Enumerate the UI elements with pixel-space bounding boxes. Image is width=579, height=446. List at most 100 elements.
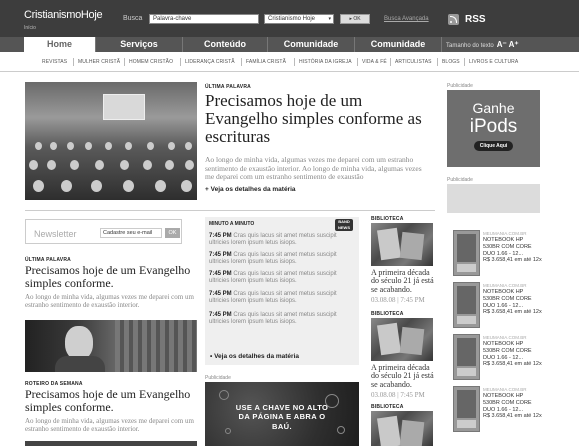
tab-comunidade-2[interactable]: Comunidade (355, 37, 442, 52)
product-image (453, 230, 480, 276)
minuto-more-link[interactable]: • Veja os detalhes da matéria (210, 353, 299, 360)
divider (437, 58, 438, 66)
divider (180, 58, 181, 66)
category-homem-cristao[interactable]: HOMEM CRISTÃO (129, 59, 173, 65)
minute-by-minute-box: MINUTO A MINUTO BAND NEWS 7:45 PM Cras q… (205, 217, 359, 365)
ipods-ad[interactable]: Ganhe iPods Clique Aqui (447, 90, 540, 167)
ad-label: Publicidade (447, 83, 473, 89)
library-image[interactable] (371, 318, 433, 361)
rss-link[interactable]: RSS (448, 14, 486, 25)
product-store: MEUMANIA.COM.BR (483, 231, 527, 236)
news-item[interactable]: 7:45 PM Cras quis lacus sit amet metus s… (209, 312, 357, 326)
category-vida-fe[interactable]: VIDA & FÉ (362, 59, 387, 65)
person-face (65, 326, 93, 360)
news-item[interactable]: 7:45 PM Cras quis lacus sit amet metus s… (209, 271, 357, 285)
newsletter-label: Newsletter (34, 229, 77, 239)
product-image (453, 334, 480, 380)
rss-label: RSS (465, 14, 486, 26)
hero-summary: Ao longo de minha vida, algumas vezes me… (205, 155, 422, 182)
product-name[interactable]: NOTEBOOK HP 530BR COM CORE DUO 1.66 - 12… (483, 341, 540, 362)
product-item[interactable]: MEUMANIA.COM.BR NOTEBOOK HP 530BR COM CO… (447, 334, 542, 382)
divider (294, 58, 295, 66)
category-articulistas[interactable]: ARTICULISTAS (395, 59, 432, 65)
tab-comunidade[interactable]: Comunidade (268, 37, 355, 52)
library-title[interactable]: A primeira década do século 21 já está s… (371, 268, 435, 294)
hero-image[interactable] (25, 82, 197, 200)
product-item[interactable]: MEUMANIA.COM.BR NOTEBOOK HP 530BR COM CO… (447, 282, 542, 330)
category-blogs[interactable]: BLOGS (442, 59, 460, 65)
bubble-decoration (337, 426, 345, 434)
search-label: Busca (123, 15, 143, 22)
search-button[interactable]: ▸ OK (340, 14, 370, 24)
ad-ipods-line2: iPods (469, 116, 518, 137)
product-name[interactable]: NOTEBOOK HP 530BR COM CORE DUO 1.66 - 12… (483, 393, 540, 414)
newsletter-email-input[interactable]: Cadastre seu e-mail (100, 228, 162, 238)
library-title[interactable]: A primeira década do século 21 já está s… (371, 363, 435, 389)
ad-label: Publicidade (205, 375, 231, 381)
article-image[interactable] (25, 320, 197, 372)
search-input[interactable]: Palavra-chave (149, 14, 259, 24)
category-historia-igreja[interactable]: HISTÓRIA DA IGREJA (299, 59, 352, 65)
category-livros-cultura[interactable]: LIVROS E CULTURA (469, 59, 518, 65)
hero-headline[interactable]: Precisamos hoje de um Evangelho simples … (205, 92, 425, 146)
product-image (453, 282, 480, 328)
news-time: 7:45 PM (209, 252, 232, 258)
product-name[interactable]: NOTEBOOK HP 530BR COM CORE DUO 1.66 - 12… (483, 289, 540, 310)
search-scope-value: Cristianismo Hoje (268, 16, 316, 22)
divider (241, 58, 242, 66)
news-time: 7:45 PM (209, 312, 232, 318)
product-price: R$ 3.658,41 em até 12x (483, 257, 542, 263)
article-summary: Ao longo de minha vida, algumas vezes me… (25, 293, 194, 310)
newsletter-ok-button[interactable]: OK (165, 228, 180, 238)
article-image[interactable] (25, 441, 197, 446)
site-logo[interactable]: CristianismoHoje (24, 9, 103, 21)
library-tag: BIBLIOTECA (371, 216, 404, 222)
advanced-search-link[interactable]: Busca Avançada (384, 16, 429, 22)
product-store: MEUMANIA.COM.BR (483, 335, 527, 340)
divider (124, 58, 125, 66)
product-store: MEUMANIA.COM.BR (483, 283, 527, 288)
category-mulher-crista[interactable]: MULHER CRISTÃ (78, 59, 120, 65)
ad-placeholder[interactable] (447, 184, 540, 213)
chave-ad[interactable]: USE A CHAVE NO ALTO DA PÁGINA E ABRA O B… (205, 382, 359, 446)
rss-icon (448, 14, 459, 25)
search-scope-select[interactable]: Cristianismo Hoje ▾ (264, 14, 334, 24)
category-nav: REVISTAS MULHER CRISTÃ HOMEM CRISTÃO LID… (0, 52, 579, 72)
bubble-decoration (219, 390, 229, 400)
library-tag: BIBLIOTECA (371, 311, 404, 317)
product-price: R$ 3.658,41 em até 12x (483, 361, 542, 367)
window-blinds (115, 320, 197, 372)
product-item[interactable]: MEUMANIA.COM.BR NOTEBOOK HP 530BR COM CO… (447, 386, 542, 434)
minuto-title: MINUTO A MINUTO (209, 221, 255, 227)
category-lideranca-crista[interactable]: LIDERANÇA CRISTÃ (185, 59, 235, 65)
ad-label: Publicidade (447, 177, 473, 183)
article-summary: Ao longo de minha vida, algumas vezes me… (25, 417, 194, 434)
hero-tag: ÚLTIMA PALAVRA (205, 84, 251, 90)
text-size-control: Tamanho do texto A⁻ A⁺ (446, 40, 519, 49)
ad-chave-text: USE A CHAVE NO ALTO DA PÁGINA E ABRA O B… (235, 403, 329, 431)
news-item[interactable]: 7:45 PM Cras quis lacus sit amet metus s… (209, 233, 357, 247)
news-item[interactable]: 7:45 PM Cras quis lacus sit amet metus s… (209, 252, 357, 266)
library-tag: BIBLIOTECA (371, 404, 404, 410)
library-image[interactable] (371, 411, 433, 446)
tab-home[interactable]: Home (24, 37, 96, 52)
tab-servicos[interactable]: Serviços (96, 37, 183, 52)
article-headline[interactable]: Precisamos hoje de um Evangelho simples … (25, 388, 200, 413)
library-image[interactable] (371, 223, 433, 266)
product-name[interactable]: NOTEBOOK HP 530BR COM CORE DUO 1.66 - 12… (483, 237, 540, 258)
text-size-buttons[interactable]: A⁻ A⁺ (497, 40, 519, 49)
audience-row (25, 180, 197, 192)
news-item[interactable]: 7:45 PM Cras quis lacus sit amet metus s… (209, 291, 357, 305)
hero-more-link[interactable]: + Veja os detalhes da matéria (205, 186, 296, 193)
audience-row (25, 142, 197, 152)
category-familia-crista[interactable]: FAMÍLIA CRISTÃ (246, 59, 286, 65)
product-price: R$ 3.658,41 em até 12x (483, 309, 542, 315)
divider (390, 58, 391, 66)
ad-click-button[interactable]: Clique Aqui (473, 141, 514, 151)
tab-conteudo[interactable]: Conteúdo (183, 37, 268, 52)
newsletter-box: Newsletter Cadastre seu e-mail OK (25, 219, 182, 244)
divider (73, 58, 74, 66)
product-item[interactable]: MEUMANIA.COM.BR NOTEBOOK HP 530BR COM CO… (447, 230, 542, 278)
article-headline[interactable]: Precisamos hoje de um Evangelho simples … (25, 264, 200, 289)
category-revistas[interactable]: REVISTAS (42, 59, 67, 65)
